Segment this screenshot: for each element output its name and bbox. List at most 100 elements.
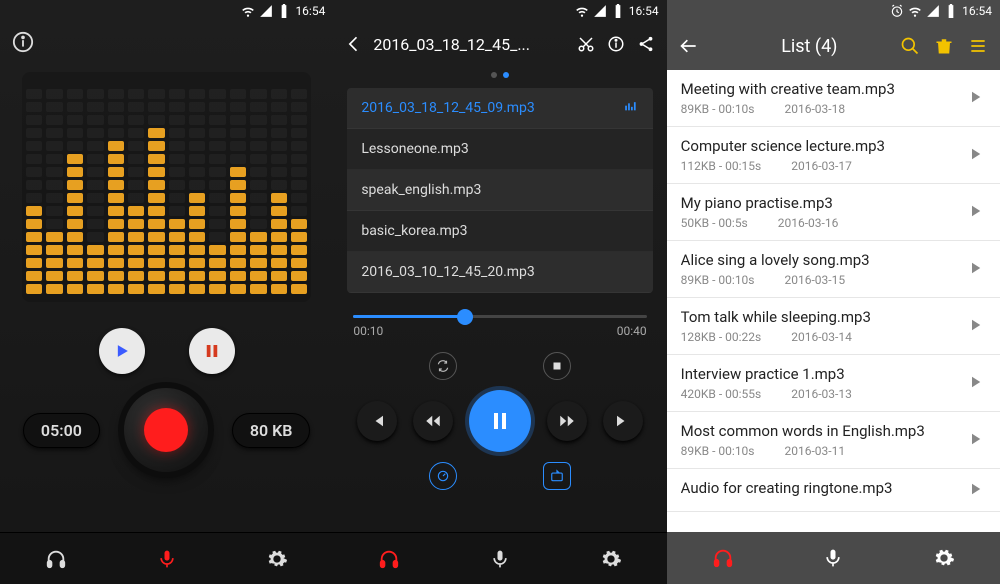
pause-button[interactable] [189,328,235,374]
forward-button[interactable] [547,401,587,441]
play-icon[interactable] [966,88,986,108]
status-bar: 16:54 [667,0,1000,22]
file-name: Audio for creating ringtone.mp3 [681,479,956,497]
file-name: Tom talk while sleeping.mp3 [681,308,956,326]
bottom-nav [667,532,1000,584]
record-row: 05:00 80 KB [0,388,333,472]
prev-track-button[interactable] [357,401,397,441]
play-pause-button[interactable] [469,390,531,452]
play-icon[interactable] [966,316,986,336]
headphones-icon[interactable] [378,548,400,570]
playlist-item-name: 2016_03_10_12_45_20.mp3 [361,264,534,280]
playlist-item-name: basic_korea.mp3 [361,223,467,239]
playlist-item[interactable]: speak_english.mp3 [347,170,652,211]
seek-bar[interactable]: 00:10 00:40 [353,315,646,338]
folder-button[interactable] [543,462,571,490]
info-icon[interactable] [12,31,34,53]
file-meta: 89KB - 00:10s2016-03-11 [681,444,956,458]
gear-icon[interactable] [266,548,288,570]
list-item[interactable]: Meeting with creative team.mp389KB - 00:… [667,70,1000,127]
playlist-item[interactable]: Lessoneone.mp3 [347,129,652,170]
alarm-icon [890,4,904,18]
trash-icon[interactable] [934,36,954,56]
rewind-button[interactable] [413,401,453,441]
play-icon[interactable] [966,430,986,450]
list-item[interactable]: My piano practise.mp350KB - 00:5s2016-03… [667,184,1000,241]
headphones-icon[interactable] [45,548,67,570]
share-icon[interactable] [635,33,657,55]
record-button[interactable] [124,388,208,472]
mic-icon[interactable] [157,548,177,570]
list-item[interactable]: Most common words in English.mp389KB - 0… [667,412,1000,469]
info-icon[interactable] [605,33,627,55]
list-item[interactable]: Computer science lecture.mp3 112KB - 00:1… [667,127,1000,184]
bottom-nav [0,532,333,584]
file-name: Computer science lecture.mp3 [681,137,956,155]
player-header: 2016_03_18_12_45_... [333,22,666,66]
file-size: 80 KB [232,413,311,448]
play-icon[interactable] [966,145,986,165]
mic-icon[interactable] [490,548,510,570]
play-button[interactable] [99,328,145,374]
playlist-item-name: 2016_03_18_12_45_09.mp3 [361,100,534,116]
playlist: 2016_03_18_12_45_09.mp3 Lessoneone.mp3 spe… [347,88,652,293]
speed-button[interactable] [429,462,457,490]
player-title: 2016_03_18_12_45_... [373,35,566,54]
list-item[interactable]: Interview practice 1.mp3 420KB - 00:55s20… [667,355,1000,412]
screen-recorder: 16:54 05:00 80 KB [0,0,333,584]
list-item[interactable]: Tom talk while sleeping.mp3 128KB - 00:22… [667,298,1000,355]
file-meta: 89KB - 00:10s2016-03-15 [681,273,956,287]
back-icon[interactable] [679,36,699,56]
battery-icon [277,4,291,18]
file-meta: 128KB - 00:22s2016-03-14 [681,330,956,344]
back-icon[interactable] [343,33,365,55]
wifi-icon [575,4,589,18]
playback-row [0,328,333,374]
next-track-button[interactable] [603,401,643,441]
play-icon[interactable] [966,480,986,500]
play-icon[interactable] [966,373,986,393]
trim-icon[interactable] [575,33,597,55]
playlist-item[interactable]: 2016_03_18_12_45_09.mp3 [347,88,652,129]
list-item[interactable]: Audio for creating ringtone.mp3 [667,469,1000,512]
file-name: Meeting with creative team.mp3 [681,80,956,98]
wifi-icon [241,4,255,18]
battery-icon [944,4,958,18]
repeat-button[interactable] [429,352,457,380]
bottom-nav [333,532,666,584]
menu-icon[interactable] [968,36,988,56]
playlist-item[interactable]: 2016_03_10_12_45_20.mp3 [347,252,652,293]
signal-icon [593,4,607,18]
status-bar: 16:54 [0,0,333,22]
file-name: Interview practice 1.mp3 [681,365,956,383]
headphones-icon[interactable] [712,547,734,569]
file-meta: 420KB - 00:55s2016-03-13 [681,387,956,401]
screen-player: 16:54 2016_03_18_12_45_... 2016_03_18_12… [333,0,666,584]
file-meta: 50KB - 00:5s2016-03-16 [681,216,956,230]
gear-icon[interactable] [933,547,955,569]
status-time: 16:54 [629,4,659,18]
dot[interactable] [491,72,497,78]
file-meta: 112KB - 00:15s2016-03-17 [681,159,956,173]
player-controls [333,352,666,490]
playlist-item[interactable]: basic_korea.mp3 [347,211,652,252]
status-bar: 16:54 [333,0,666,22]
dot-active[interactable] [503,72,509,78]
play-icon[interactable] [966,259,986,279]
screen-list: 16:54 List (4) Meeting with creative tea… [667,0,1000,584]
search-icon[interactable] [900,36,920,56]
battery-icon [611,4,625,18]
playlist-item-name: speak_english.mp3 [361,182,481,198]
page-dots [333,66,666,84]
list-item[interactable]: Alice sing a lovely song.mp389KB - 00:10… [667,241,1000,298]
play-icon[interactable] [966,202,986,222]
mic-icon[interactable] [823,547,843,569]
recordings-list[interactable]: Meeting with creative team.mp3 89KB - 00:… [667,70,1000,584]
status-time: 16:54 [962,4,992,18]
status-time: 16:54 [295,4,325,18]
gear-icon[interactable] [600,548,622,570]
stop-button[interactable] [543,352,571,380]
list-title: List (4) [713,36,886,57]
signal-icon [259,4,273,18]
elapsed-time: 05:00 [23,413,100,448]
